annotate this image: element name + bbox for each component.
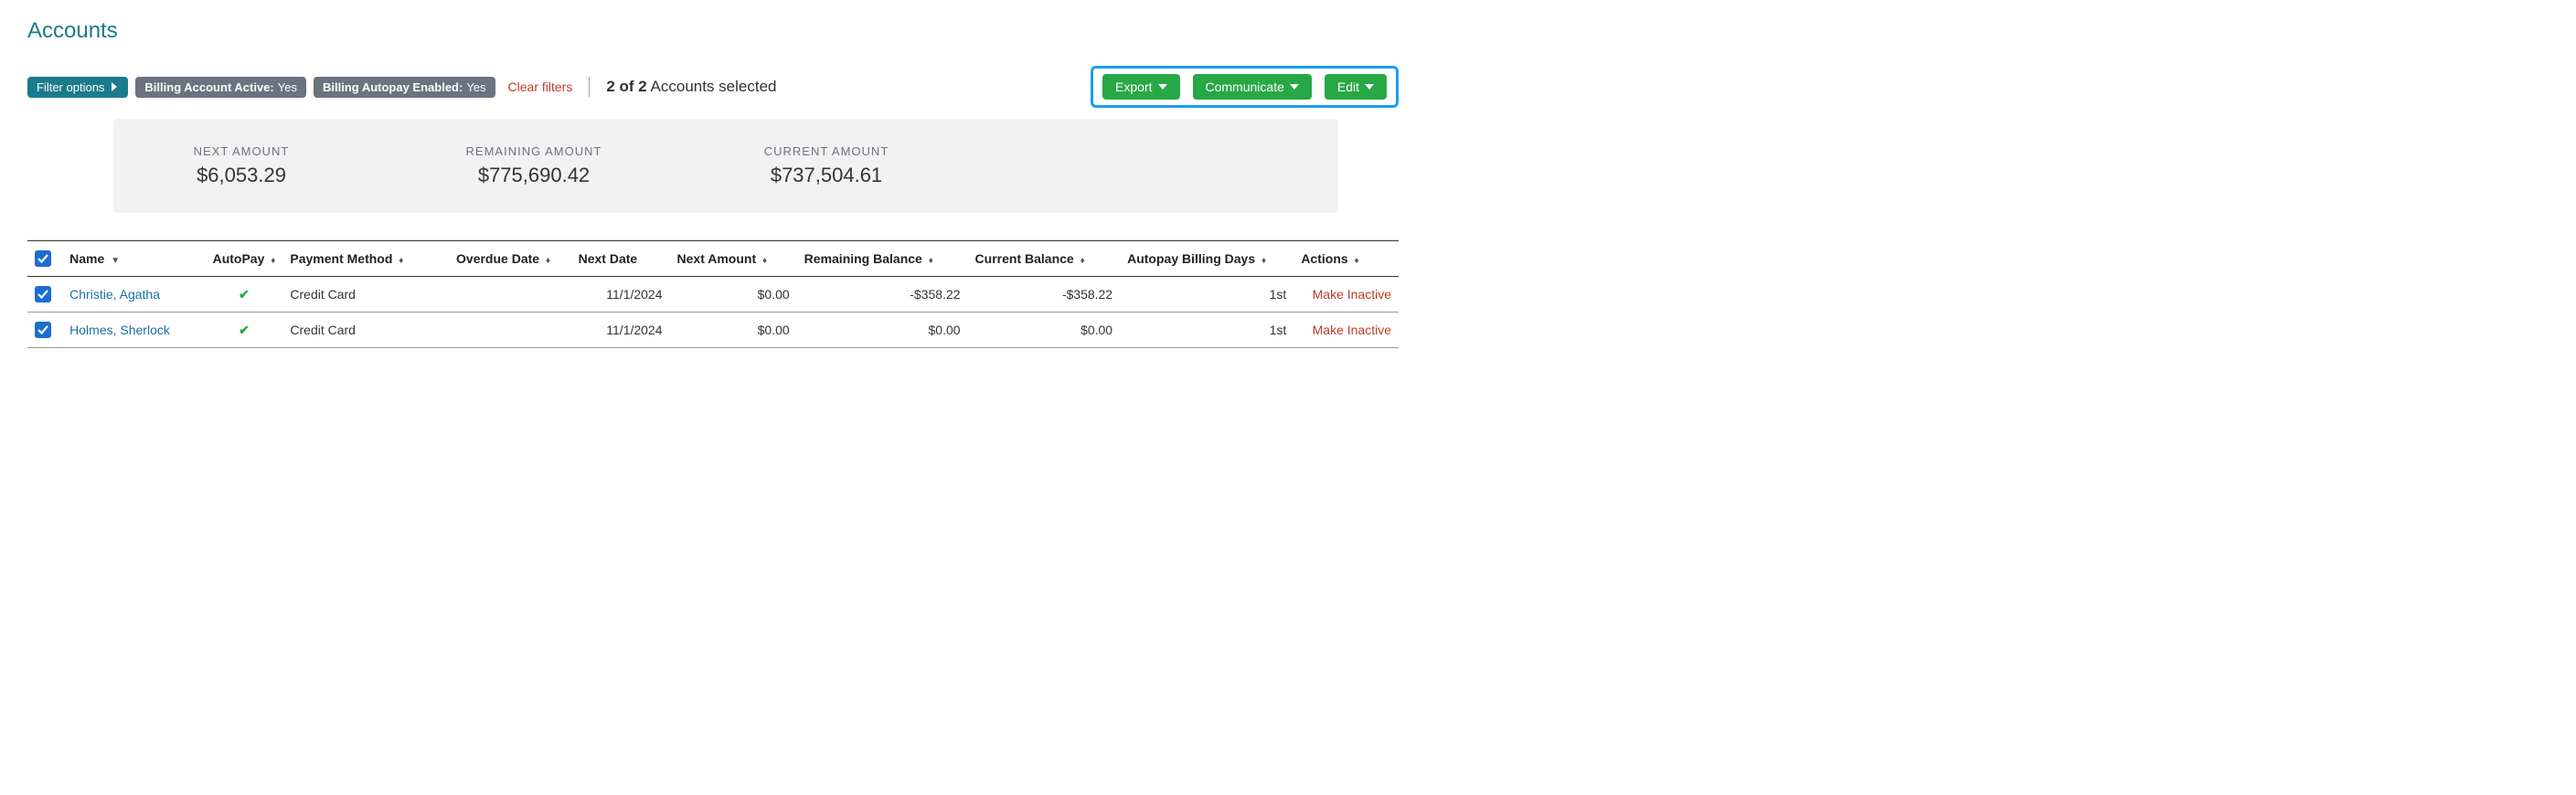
select-all-checkbox[interactable] [35,250,51,267]
account-name-link[interactable]: Holmes, Sherlock [69,323,170,337]
summary-card: NEXT AMOUNT $6,053.29 REMAINING AMOUNT $… [113,119,1338,213]
filter-chip-autopay[interactable]: Billing Autopay Enabled: Yes [314,77,495,98]
export-label: Export [1115,80,1152,94]
header-actions[interactable]: Actions ♦ [1293,241,1399,277]
billing-days-cell: 1st [1120,313,1293,348]
header-next-amount-label: Next Amount [677,251,757,266]
chevron-right-icon [110,80,119,94]
communicate-label: Communicate [1206,80,1284,94]
selection-count-rest: Accounts selected [647,78,777,95]
summary-current-amount: CURRENT AMOUNT $737,504.61 [735,144,918,187]
header-current-balance[interactable]: Current Balance ♦ [968,241,1121,277]
filter-chip-active[interactable]: Billing Account Active: Yes [135,77,306,98]
row-checkbox[interactable] [35,322,51,338]
chevron-down-icon [1158,80,1167,94]
summary-value: $6,053.29 [150,164,333,187]
summary-remaining-amount: REMAINING AMOUNT $775,690.42 [442,144,625,187]
next-date-cell: 11/1/2024 [571,313,670,348]
sort-icon: ♦ [1355,256,1359,266]
filter-chip-label: Billing Account Active: [144,80,273,94]
header-name[interactable]: Name ▼ [62,241,205,277]
sort-icon: ♦ [399,256,403,266]
current-balance-cell: -$358.22 [968,277,1121,313]
communicate-button[interactable]: Communicate [1193,74,1312,100]
header-overdue-date[interactable]: Overdue Date ♦ [449,241,571,277]
selection-count: 2 of 2 Accounts selected [606,78,776,96]
filter-chip-label: Billing Autopay Enabled: [323,80,463,94]
sort-icon: ♦ [762,256,767,266]
sort-icon: ♦ [271,256,275,266]
remaining-balance-cell: $0.00 [797,313,968,348]
filter-chip-value: Yes [278,80,297,94]
payment-method-cell: Credit Card [282,313,449,348]
autopay-check-icon: ✔ [239,323,250,337]
sort-icon: ♦ [1261,256,1266,266]
header-autopay[interactable]: AutoPay ♦ [206,241,283,277]
sort-icon: ♦ [546,256,550,266]
header-actions-label: Actions [1301,251,1347,266]
accounts-table: Name ▼ AutoPay ♦ Payment Method ♦ Overdu… [27,240,1399,348]
select-all-header [27,241,62,277]
header-next-amount[interactable]: Next Amount ♦ [670,241,797,277]
table-row: Holmes, Sherlock✔Credit Card11/1/2024$0.… [27,313,1399,348]
header-remaining-balance-label: Remaining Balance [804,251,922,266]
summary-value: $775,690.42 [442,164,625,187]
payment-method-cell: Credit Card [282,277,449,313]
summary-next-amount: NEXT AMOUNT $6,053.29 [150,144,333,187]
header-remaining-balance[interactable]: Remaining Balance ♦ [797,241,968,277]
edit-label: Edit [1337,80,1359,94]
check-icon [37,289,48,300]
edit-button[interactable]: Edit [1325,74,1387,100]
next-date-cell: 11/1/2024 [571,277,670,313]
overdue-date-cell [449,313,571,348]
row-checkbox[interactable] [35,286,51,302]
billing-days-cell: 1st [1120,277,1293,313]
account-name-link[interactable]: Christie, Agatha [69,287,160,302]
filter-options-button[interactable]: Filter options [27,77,128,98]
header-next-date-label: Next Date [579,251,638,266]
overdue-date-cell [449,277,571,313]
remaining-balance-cell: -$358.22 [797,277,968,313]
summary-value: $737,504.61 [735,164,918,187]
header-name-label: Name [69,251,104,266]
sort-desc-icon: ▼ [111,256,120,266]
clear-filters-link[interactable]: Clear filters [508,80,573,94]
check-icon [37,253,48,264]
summary-label: CURRENT AMOUNT [735,144,918,158]
filter-chip-value: Yes [466,80,485,94]
divider [589,77,590,97]
check-icon [37,324,48,335]
current-balance-cell: $0.00 [968,313,1121,348]
summary-label: REMAINING AMOUNT [442,144,625,158]
page-title: Accounts [27,18,1399,44]
next-amount-cell: $0.00 [670,277,797,313]
sort-icon: ♦ [929,256,933,266]
toolbar: Filter options Billing Account Active: Y… [27,66,1399,108]
header-payment-method[interactable]: Payment Method ♦ [282,241,449,277]
header-autopay-label: AutoPay [213,251,265,266]
header-next-date[interactable]: Next Date [571,241,670,277]
filter-options-label: Filter options [37,80,104,94]
chevron-down-icon [1290,80,1299,94]
next-amount-cell: $0.00 [670,313,797,348]
make-inactive-link[interactable]: Make Inactive [1313,287,1391,302]
table-row: Christie, Agatha ✔ Credit Card 11/1/2024$0.… [27,277,1399,313]
export-button[interactable]: Export [1102,74,1179,100]
header-autopay-billing-days[interactable]: Autopay Billing Days ♦ [1120,241,1293,277]
summary-label: NEXT AMOUNT [150,144,333,158]
header-overdue-date-label: Overdue Date [456,251,539,266]
autopay-check-icon: ✔ [239,287,250,302]
header-payment-method-label: Payment Method [290,251,392,266]
sort-icon: ♦ [1080,256,1085,266]
bulk-action-group: Export Communicate Edit [1091,66,1399,108]
header-current-balance-label: Current Balance [975,251,1074,266]
header-autopay-billing-days-label: Autopay Billing Days [1127,251,1255,266]
make-inactive-link[interactable]: Make Inactive [1313,323,1391,337]
chevron-down-icon [1365,80,1374,94]
selection-count-bold: 2 of 2 [606,78,646,95]
